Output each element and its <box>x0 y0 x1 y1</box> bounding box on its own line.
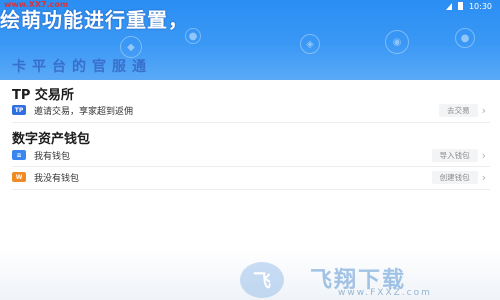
chevron-right-icon: › <box>481 170 486 184</box>
divider <box>12 166 490 167</box>
chevron-right-icon: › <box>481 148 486 162</box>
list-item-invite-trade[interactable]: TP 邀请交易，享家超到返佣 去交易 › <box>12 101 490 119</box>
divider <box>12 189 490 190</box>
coin-icon: ◈ <box>300 34 320 54</box>
overlay-text-bottom: 卡平台的官服通 <box>12 59 152 75</box>
wallet-import-icon: ≡ <box>12 150 26 160</box>
list-item-right: 创建钱包 › <box>431 170 486 184</box>
list-item-label: 我有钱包 <box>34 151 71 162</box>
hero-banner: ◆ ● ◈ ◉ ● 绘萌功能进行重置， 卡平台的官服通 www.XX7.com … <box>0 0 500 80</box>
create-wallet-button[interactable]: 创建钱包 <box>431 170 478 184</box>
list-item-label: 我没有钱包 <box>34 173 80 184</box>
list-item-no-wallet[interactable]: W 我没有钱包 创建钱包 › <box>12 168 490 186</box>
list-item-have-wallet[interactable]: ≡ 我有钱包 导入钱包 › <box>12 146 490 164</box>
divider <box>12 122 490 123</box>
tp-exchange-icon: TP <box>12 105 26 115</box>
chevron-right-icon: › <box>481 103 486 117</box>
signal-icon <box>445 2 452 10</box>
battery-icon <box>457 2 463 10</box>
coin-icon: ◉ <box>385 30 409 54</box>
section-title-wallet: 数字资产钱包 <box>12 132 91 147</box>
import-wallet-button[interactable]: 导入钱包 <box>431 148 478 162</box>
wallet-create-icon: W <box>12 172 26 182</box>
site-watermark: 飞 飞翔下载 www.FXXZ.com <box>240 262 495 298</box>
ethereum-coin-icon: ◆ <box>120 36 142 58</box>
go-trade-button[interactable]: 去交易 <box>439 103 478 117</box>
coin-icon: ● <box>455 28 475 48</box>
list-item-label: 邀请交易，享家超到返佣 <box>34 106 134 117</box>
status-time: 10:30 <box>468 1 492 11</box>
watermark-logo: 飞 <box>240 262 284 298</box>
watermark-url: www.FXXZ.com <box>338 288 432 298</box>
list-item-right: 导入钱包 › <box>431 148 486 162</box>
list-item-right: 去交易 › <box>439 103 486 117</box>
status-bar: 10:30 <box>0 0 500 12</box>
